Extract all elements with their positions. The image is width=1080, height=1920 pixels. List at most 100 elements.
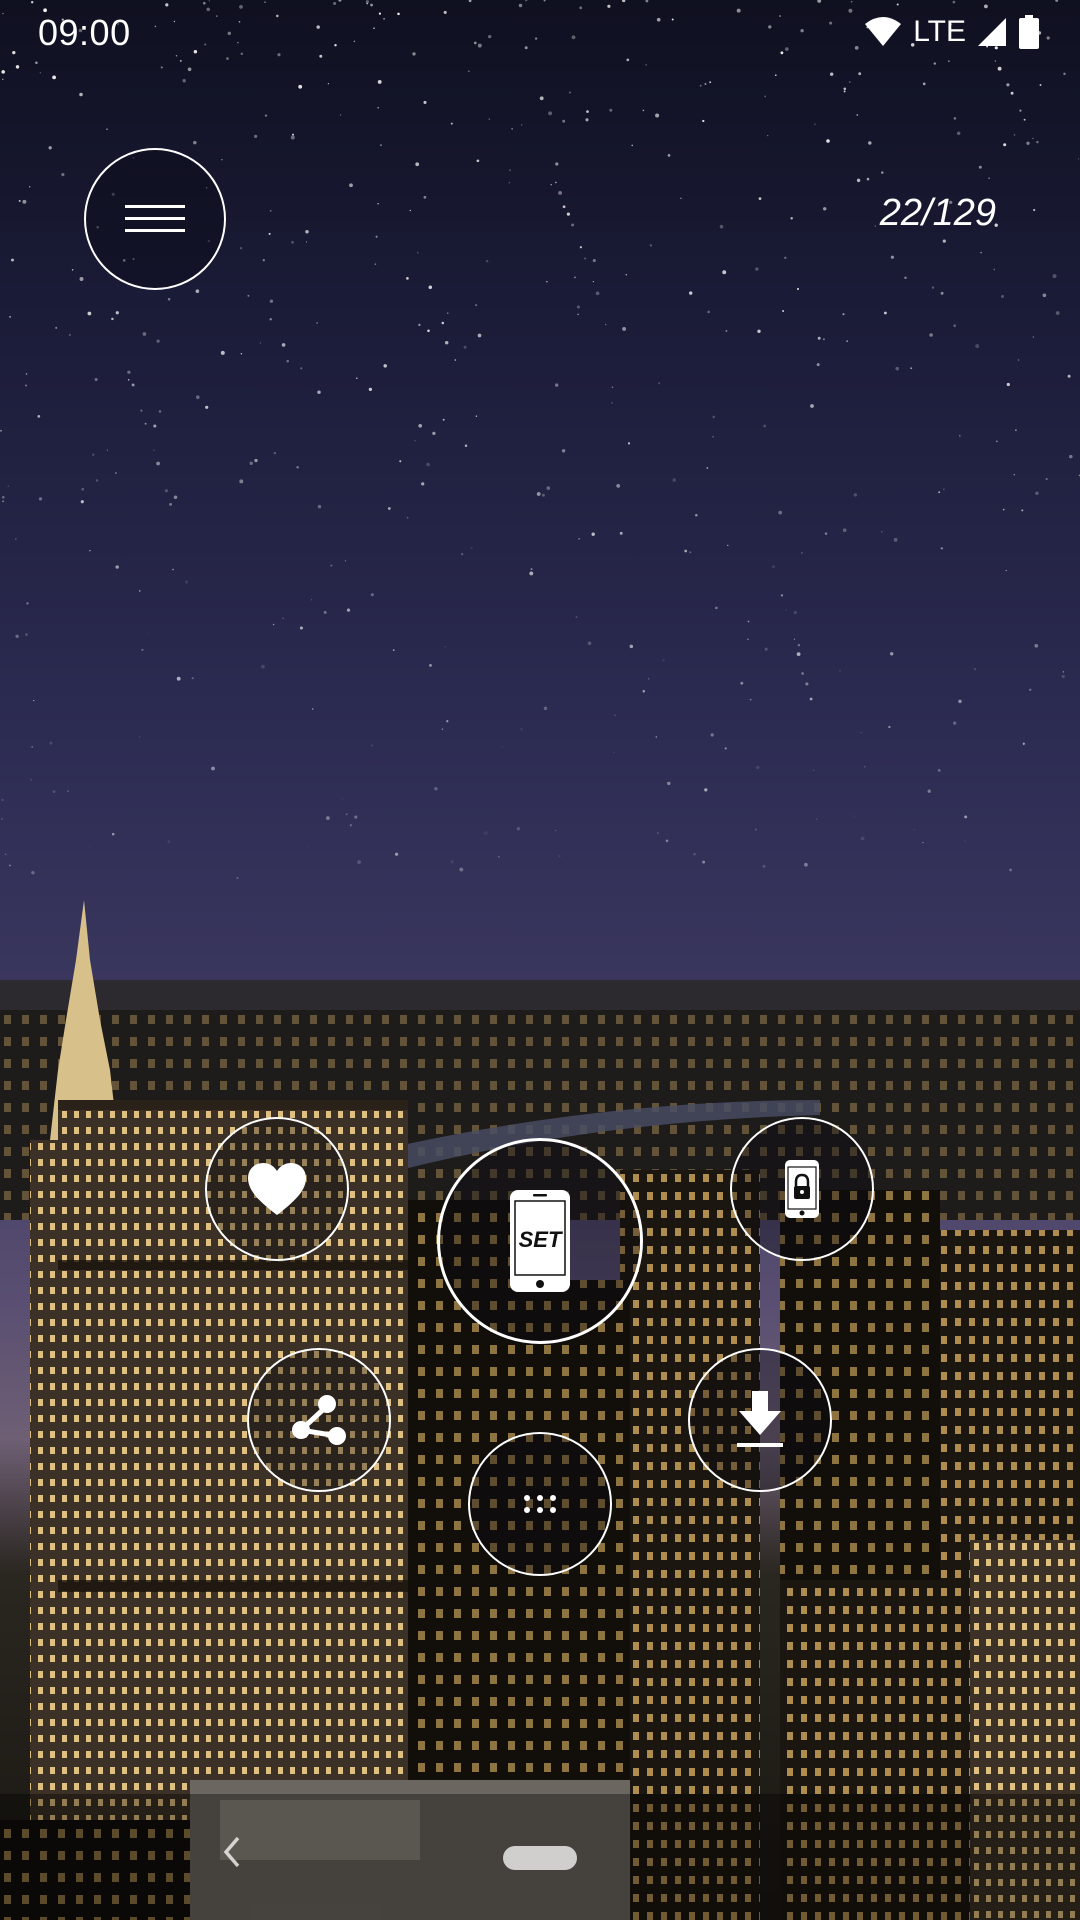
- star: [842, 313, 845, 316]
- star: [11, 258, 14, 262]
- star: [796, 652, 801, 656]
- star: [611, 386, 614, 389]
- star: [810, 404, 814, 408]
- star: [822, 338, 825, 341]
- home-pill-icon[interactable]: [503, 1846, 577, 1870]
- star: [211, 766, 215, 771]
- star: [592, 280, 595, 283]
- star: [929, 333, 933, 337]
- star: [772, 565, 776, 569]
- star: [24, 384, 28, 387]
- star: [115, 565, 119, 569]
- star: [548, 111, 553, 116]
- star: [7, 485, 9, 487]
- star: [978, 165, 982, 169]
- star: [474, 303, 478, 307]
- star: [444, 340, 449, 345]
- star: [830, 72, 834, 76]
- star: [1015, 429, 1017, 431]
- star: [706, 467, 709, 469]
- star: [394, 852, 399, 856]
- star: [383, 364, 387, 368]
- star: [860, 731, 863, 734]
- star: [428, 285, 433, 289]
- star: [520, 727, 523, 731]
- star: [943, 488, 945, 491]
- star: [648, 678, 650, 680]
- status-time: 09:00: [38, 12, 131, 53]
- star: [79, 92, 83, 97]
- download-button[interactable]: [688, 1348, 832, 1492]
- star: [501, 745, 504, 749]
- star: [749, 698, 752, 701]
- star: [1039, 84, 1042, 86]
- star: [79, 277, 84, 281]
- star: [801, 672, 804, 675]
- star: [169, 503, 172, 506]
- star: [699, 84, 702, 87]
- star: [1006, 382, 1010, 387]
- star: [689, 551, 692, 554]
- city-skyline: [0, 900, 1080, 1920]
- star: [25, 373, 28, 375]
- favorite-button[interactable]: [205, 1117, 349, 1261]
- star: [1029, 688, 1032, 691]
- star: [106, 449, 109, 451]
- star: [571, 223, 575, 227]
- back-chevron-icon[interactable]: [220, 1834, 242, 1870]
- star: [888, 725, 891, 729]
- star: [689, 291, 693, 295]
- star: [414, 439, 416, 442]
- star: [191, 677, 194, 680]
- battery-icon: [1019, 15, 1039, 49]
- star: [822, 207, 827, 211]
- star: [619, 531, 623, 535]
- star: [881, 531, 883, 533]
- star: [595, 291, 600, 296]
- star: [446, 720, 449, 723]
- set-wallpaper-button[interactable]: SET: [437, 1138, 643, 1344]
- star: [843, 87, 847, 91]
- star: [913, 829, 915, 831]
- star: [94, 378, 98, 381]
- star: [816, 363, 820, 367]
- star: [370, 593, 374, 597]
- more-options-button[interactable]: [468, 1432, 612, 1576]
- star: [539, 96, 544, 101]
- star: [22, 199, 27, 204]
- star: [269, 209, 272, 212]
- star: [584, 257, 587, 260]
- star: [269, 299, 274, 303]
- star: [141, 648, 144, 651]
- star: [586, 110, 589, 113]
- star: [30, 778, 33, 781]
- star: [153, 424, 157, 428]
- menu-button[interactable]: [84, 148, 226, 290]
- star: [377, 106, 380, 109]
- star: [805, 682, 809, 686]
- star: [656, 832, 659, 835]
- star: [1, 798, 4, 802]
- star: [764, 95, 767, 98]
- star: [904, 276, 907, 280]
- star: [722, 270, 727, 275]
- star: [240, 352, 243, 355]
- star: [498, 856, 500, 858]
- star: [95, 479, 99, 482]
- star: [693, 853, 696, 856]
- share-button[interactable]: [247, 1348, 391, 1492]
- lock-screen-button[interactable]: [730, 1117, 874, 1261]
- star: [702, 860, 706, 864]
- star: [508, 181, 511, 184]
- star: [790, 217, 793, 220]
- star: [558, 190, 563, 195]
- star: [530, 568, 533, 571]
- star: [974, 668, 976, 670]
- star: [715, 606, 718, 610]
- star: [577, 313, 579, 316]
- star: [37, 415, 41, 418]
- star: [870, 711, 872, 713]
- star: [997, 66, 1002, 71]
- star: [938, 491, 941, 494]
- star: [667, 154, 671, 157]
